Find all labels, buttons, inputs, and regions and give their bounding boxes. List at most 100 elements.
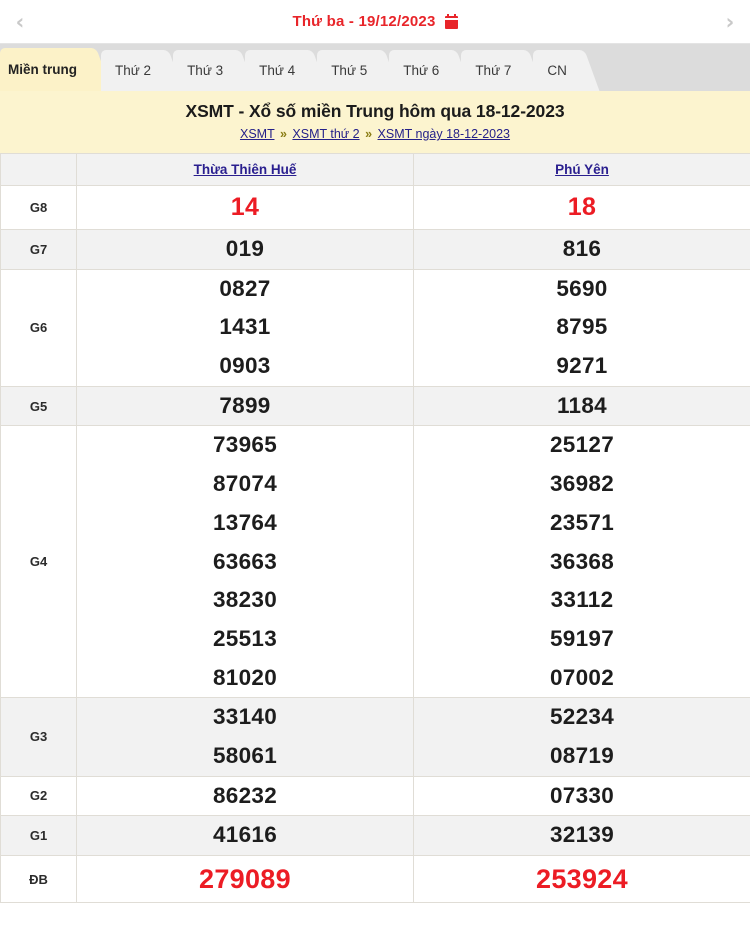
prize-numbers-col-2: 1184 <box>413 385 750 427</box>
lottery-results-table: Thừa Thiên Huế Phú Yên G8 14 18 G7 019 816 G6 0… <box>0 153 750 904</box>
table-header-row: Thừa Thiên Huế Phú Yên <box>0 153 750 186</box>
page-title-block: XSMT - Xổ số miền Trung hôm qua 18-12-20… <box>0 91 750 153</box>
lottery-number: 36982 <box>549 471 615 497</box>
table-row: G3 33140 58061 52234 08719 <box>0 697 750 777</box>
prize-label: G8 <box>0 185 77 230</box>
breadcrumb-link-2[interactable]: XSMT ngày 18-12-2023 <box>378 127 511 141</box>
lottery-number: 07002 <box>549 664 615 690</box>
tab-label: Thứ 7 <box>475 63 512 78</box>
table-row: G4 73965 87074 13764 63663 38230 25513 81020 251… <box>0 425 750 699</box>
lottery-number: 08719 <box>549 742 615 768</box>
lottery-number: 52234 <box>549 704 615 730</box>
breadcrumb-link-0[interactable]: XSMT <box>240 127 275 141</box>
page-title: XSMT - Xổ số miền Trung hôm qua 18-12-20… <box>185 101 565 121</box>
table-row: ĐB 279089 253924 <box>0 854 750 904</box>
tab-label: Thứ 5 <box>331 63 368 78</box>
lottery-number: 5690 <box>556 275 608 301</box>
tab-day-1[interactable]: Thứ 2 <box>101 50 168 91</box>
prize-column-header <box>0 153 77 186</box>
prize-numbers-col-2: 18 <box>413 185 750 230</box>
date-navigation-bar: ‹ Thứ ba - 19/12/2023 › <box>0 0 750 44</box>
lottery-number: 25127 <box>549 432 615 458</box>
prize-numbers-col-1: 73965 87074 13764 63663 38230 25513 81020 <box>76 425 414 699</box>
breadcrumb-separator: » <box>279 127 287 141</box>
calendar-icon[interactable] <box>444 13 458 29</box>
breadcrumb-link-1[interactable]: XSMT thứ 2 <box>292 127 359 141</box>
lottery-number: 816 <box>562 236 602 261</box>
province-header-2: Phú Yên <box>413 153 750 186</box>
prize-label: G3 <box>0 697 77 777</box>
prize-numbers-col-1: 0827 1431 0903 <box>76 268 414 387</box>
prize-numbers-col-2: 253924 <box>413 854 750 904</box>
lottery-number: 9271 <box>556 353 608 379</box>
tab-day-6[interactable]: Thứ 7 <box>461 50 528 91</box>
tab-mien-trung[interactable]: Miền trung <box>0 48 95 91</box>
tab-label: Thứ 2 <box>115 63 152 78</box>
tab-day-7[interactable]: CN <box>533 50 583 91</box>
prize-numbers-col-2: 5690 8795 9271 <box>413 268 750 387</box>
tab-day-3[interactable]: Thứ 4 <box>245 50 312 91</box>
prize-label: G2 <box>0 775 77 817</box>
prize-numbers-col-2: 25127 36982 23571 36368 33112 59197 07002 <box>413 425 750 699</box>
prize-numbers-col-1: 019 <box>76 229 414 270</box>
lottery-number: 81020 <box>212 664 278 690</box>
prize-label: G1 <box>0 815 77 856</box>
lottery-number: 33140 <box>212 704 278 730</box>
lottery-number: 33112 <box>550 587 614 613</box>
lottery-number: 7899 <box>219 392 271 418</box>
prize-numbers-col-1: 7899 <box>76 385 414 427</box>
tab-day-2[interactable]: Thứ 3 <box>173 50 240 91</box>
lottery-number: 23571 <box>549 509 615 535</box>
lottery-number: 1184 <box>556 392 607 418</box>
table-row: G7 019 816 <box>0 229 750 270</box>
prize-numbers-col-1: 41616 <box>76 815 414 856</box>
table-row: G8 14 18 <box>0 185 750 230</box>
lottery-number: 14 <box>230 193 260 221</box>
weekday-tab-bar: Miền trung Thứ 2 Thứ 3 Thứ 4 Thứ 5 Thứ 6 Thứ 7… <box>0 44 750 91</box>
prize-numbers-col-1: 279089 <box>76 854 414 904</box>
tab-day-4[interactable]: Thứ 5 <box>317 50 384 91</box>
prize-numbers-col-2: 32139 <box>413 815 750 856</box>
lottery-number: 13764 <box>212 509 278 535</box>
lottery-number: 0827 <box>219 275 271 301</box>
tab-label: CN <box>547 63 567 78</box>
date-text: Thứ ba - 19/12/2023 <box>292 13 436 30</box>
lottery-number: 8795 <box>556 314 608 340</box>
breadcrumb: XSMT » XSMT thứ 2 » XSMT ngày 18-12-2023 <box>0 127 750 141</box>
lottery-number: 07330 <box>549 782 615 808</box>
lottery-number: 38230 <box>212 587 278 613</box>
province-header-1: Thừa Thiên Huế <box>76 153 414 186</box>
lottery-number: 18 <box>567 193 597 221</box>
prize-label: G7 <box>0 229 77 270</box>
lottery-number: 87074 <box>212 471 278 497</box>
table-row: G5 7899 1184 <box>0 385 750 427</box>
lottery-number: 279089 <box>199 864 291 894</box>
prize-numbers-col-1: 14 <box>76 185 414 230</box>
next-day-arrow-icon[interactable]: › <box>710 0 750 43</box>
province-link-1[interactable]: Thừa Thiên Huế <box>194 162 297 177</box>
prize-numbers-col-2: 07330 <box>413 775 750 817</box>
breadcrumb-separator: » <box>365 127 373 141</box>
lottery-number: 019 <box>225 236 265 261</box>
province-link-2[interactable]: Phú Yên <box>555 162 609 177</box>
previous-day-arrow-icon[interactable]: ‹ <box>0 0 40 43</box>
lottery-number: 58061 <box>212 742 278 768</box>
lottery-number: 86232 <box>212 782 278 808</box>
prize-numbers-col-2: 52234 08719 <box>413 697 750 777</box>
lottery-number: 1431 <box>219 314 271 340</box>
lottery-number: 63663 <box>212 548 278 574</box>
tab-day-5[interactable]: Thứ 6 <box>389 50 456 91</box>
prize-numbers-col-1: 86232 <box>76 775 414 817</box>
lottery-number: 25513 <box>212 625 278 651</box>
table-row: G1 41616 32139 <box>0 815 750 856</box>
prize-numbers-col-2: 816 <box>413 229 750 270</box>
lottery-number: 32139 <box>549 822 615 848</box>
prize-label: ĐB <box>0 854 77 904</box>
lottery-number: 0903 <box>219 353 271 379</box>
lottery-number: 59197 <box>549 625 615 651</box>
current-date-label[interactable]: Thứ ba - 19/12/2023 <box>292 13 458 30</box>
lottery-number: 253924 <box>536 864 628 894</box>
lottery-number: 73965 <box>212 432 278 458</box>
tab-label: Thứ 3 <box>187 63 224 78</box>
lottery-number: 36368 <box>549 548 615 574</box>
